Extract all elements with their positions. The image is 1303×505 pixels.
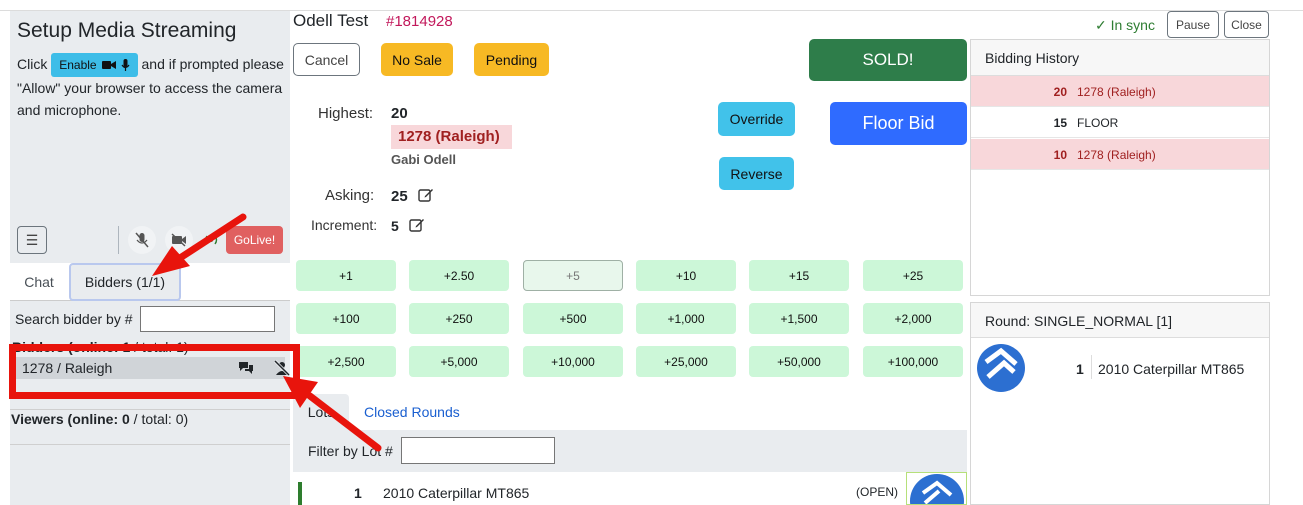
sold-button[interactable]: SOLD! <box>809 39 967 81</box>
microphone-icon <box>121 59 130 72</box>
sync-status: ✓ In sync <box>1095 17 1155 33</box>
lot-status-bar <box>298 482 302 505</box>
highest-bidder: 1278 (Raleigh) <box>391 125 512 149</box>
increment-button[interactable]: +2,500 <box>296 346 396 377</box>
menu-button[interactable]: ☰ <box>17 226 47 254</box>
tab-closed-rounds[interactable]: Closed Rounds <box>364 394 460 430</box>
round-item-thumbnail <box>974 344 1029 392</box>
increment-button[interactable]: +25 <box>863 260 963 291</box>
increment-button[interactable]: +15 <box>749 260 849 291</box>
increment-button[interactable]: +10 <box>636 260 736 291</box>
bidders-panel: Search bidder by # Bidders (online: 1 / … <box>10 301 291 505</box>
increment-row: 5 <box>391 217 425 234</box>
lot-item-status: (OPEN) <box>856 485 898 499</box>
tab-chat[interactable]: Chat <box>10 263 68 301</box>
increment-label: Increment: <box>311 217 378 233</box>
video-off-button[interactable] <box>165 226 193 254</box>
controls-divider <box>118 226 119 254</box>
search-bidder-label: Search bidder by # <box>15 311 133 327</box>
lot-number[interactable]: #1814928 <box>386 13 453 30</box>
history-bidder: 1278 (Raleigh) <box>1077 148 1156 162</box>
lot-list-item[interactable]: 1 2010 Caterpillar MT865 (OPEN) <box>293 472 967 505</box>
round-panel: Round: SINGLE_NORMAL [1] 1 2010 Caterpil… <box>970 302 1270 505</box>
increment-button[interactable]: +1 <box>296 260 396 291</box>
mute-microphone-button[interactable] <box>128 226 156 254</box>
broadcast-icon <box>203 233 219 250</box>
search-bidder-input[interactable] <box>140 306 275 332</box>
tab-bidders[interactable]: Bidders (1/1) <box>69 263 181 301</box>
history-bidder: 1278 (Raleigh) <box>1077 85 1156 99</box>
edit-increment-icon[interactable] <box>408 217 425 233</box>
lot-item-number: 1 <box>354 485 362 501</box>
increment-button[interactable]: +2,000 <box>863 303 963 334</box>
lot-thumbnail <box>906 472 967 505</box>
cancel-button[interactable]: Cancel <box>293 43 360 76</box>
asking-label: Asking: <box>325 187 375 204</box>
media-streaming-title: Setup Media Streaming <box>17 19 237 42</box>
media-controls: ☰ GoLive! <box>10 224 290 256</box>
golive-button[interactable]: GoLive! <box>226 226 283 254</box>
pending-button[interactable]: Pending <box>474 43 549 76</box>
viewers-count: Viewers (online: 0 / total: 0) <box>11 411 189 427</box>
increment-button[interactable]: +500 <box>523 303 623 334</box>
filter-lot-label: Filter by Lot # <box>308 443 393 459</box>
reverse-button[interactable]: Reverse <box>719 157 794 190</box>
history-row: 20 1278 (Raleigh) <box>971 76 1269 107</box>
increment-button[interactable]: +1,000 <box>636 303 736 334</box>
round-item-number: 1 <box>1076 361 1084 377</box>
increment-button[interactable]: +100,000 <box>863 346 963 377</box>
floor-bid-button[interactable]: Floor Bid <box>830 102 967 145</box>
history-amount: 20 <box>1053 85 1067 99</box>
history-row: 10 1278 (Raleigh) <box>971 139 1269 170</box>
media-streaming-instructions: Click Enable and if prompted please "All… <box>17 53 285 121</box>
lot-filter-bar: Filter by Lot # <box>293 430 967 472</box>
lot-title: Odell Test <box>293 11 369 30</box>
increment-button[interactable]: +250 <box>409 303 509 334</box>
left-tabs: Chat Bidders (1/1) <box>10 263 290 301</box>
enable-media-button[interactable]: Enable <box>51 53 138 78</box>
filter-lot-input[interactable] <box>401 437 555 464</box>
increment-button[interactable]: +25,000 <box>636 346 736 377</box>
tab-lots[interactable]: Lots <box>293 394 349 430</box>
highest-value: 20 <box>391 105 408 122</box>
increment-button[interactable]: +100 <box>296 303 396 334</box>
lots-tabs: Lots Closed Rounds <box>293 394 967 430</box>
asking-row: 25 <box>391 187 434 205</box>
highest-bidder-name: Gabi Odell <box>391 152 457 167</box>
history-amount: 10 <box>1053 148 1067 162</box>
round-title: Round: SINGLE_NORMAL [1] <box>971 303 1269 338</box>
history-row: 15 FLOOR <box>971 107 1269 138</box>
close-button[interactable]: Close <box>1224 11 1269 38</box>
round-item-description: 2010 Caterpillar MT865 <box>1098 361 1245 377</box>
increment-button-selected[interactable]: +5 <box>523 260 623 291</box>
asking-value: 25 <box>391 188 408 205</box>
history-bidder: FLOOR <box>1077 116 1119 130</box>
bidding-history-panel: Bidding History 20 1278 (Raleigh) 15 FLO… <box>970 39 1270 296</box>
history-amount: 15 <box>1053 116 1067 130</box>
increment-button[interactable]: +5,000 <box>409 346 509 377</box>
increment-value: 5 <box>391 218 399 234</box>
hamburger-icon: ☰ <box>25 231 39 248</box>
lot-item-description: 2010 Caterpillar MT865 <box>383 485 530 501</box>
annotation-highlight-box <box>9 344 300 399</box>
edit-asking-icon[interactable] <box>418 187 434 203</box>
microphone-off-icon <box>135 232 149 248</box>
no-sale-button[interactable]: No Sale <box>381 43 453 76</box>
round-item-separator <box>1091 355 1092 379</box>
pause-button[interactable]: Pause <box>1167 11 1219 38</box>
video-camera-icon <box>101 61 116 70</box>
viewers-divider-bottom <box>10 444 290 445</box>
increment-button[interactable]: +10,000 <box>523 346 623 377</box>
highest-label: Highest: <box>318 105 374 122</box>
video-off-icon <box>171 233 186 247</box>
viewers-divider <box>10 409 290 410</box>
bidding-history-title: Bidding History <box>971 40 1269 76</box>
override-button[interactable]: Override <box>718 102 795 136</box>
increment-button[interactable]: +2.50 <box>409 260 509 291</box>
increment-button[interactable]: +1,500 <box>749 303 849 334</box>
increment-button[interactable]: +50,000 <box>749 346 849 377</box>
media-streaming-panel: Setup Media Streaming Click Enable and i… <box>10 11 290 263</box>
